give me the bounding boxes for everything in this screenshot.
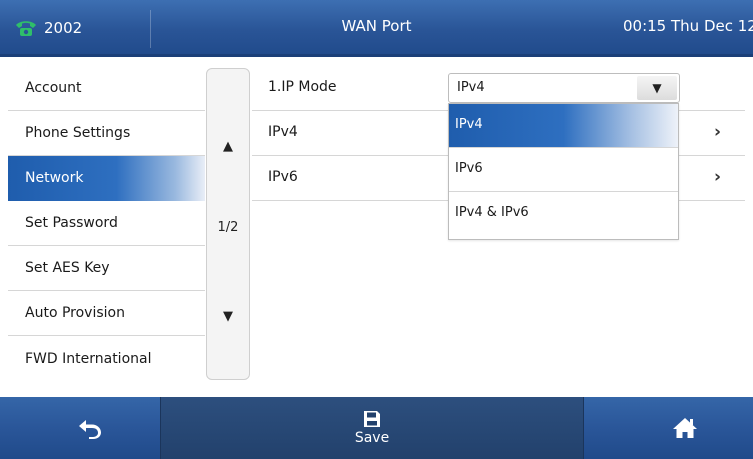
page-down-button[interactable]: ▼ [207, 309, 249, 324]
back-button[interactable] [60, 397, 120, 459]
save-label: Save [354, 430, 390, 446]
sidebar-item-set-aes-key[interactable]: Set AES Key [8, 246, 205, 291]
home-button[interactable] [655, 397, 715, 459]
sidebar-item-account[interactable]: Account [8, 66, 205, 111]
home-icon [673, 418, 697, 438]
save-button[interactable]: Save [160, 397, 584, 459]
sidebar-item-label: Network [25, 170, 84, 186]
softkey-bar: Save [0, 397, 753, 459]
page-indicator: 1/2 [217, 220, 239, 235]
chevron-down-icon[interactable]: ▼ [637, 76, 677, 100]
sidebar-item-label: Account [25, 80, 82, 96]
sidebar-item-label: Set AES Key [25, 260, 110, 276]
chevron-right-icon: › [713, 122, 721, 142]
sidebar-item-label: FWD International [25, 350, 152, 367]
clock-display: 00:15 Thu Dec 12 [623, 17, 753, 35]
settings-sidebar: Account Phone Settings Network Set Passw… [8, 66, 205, 382]
dropdown-option-ipv4[interactable]: IPv4 [449, 104, 678, 148]
sidebar-item-set-password[interactable]: Set Password [8, 201, 205, 246]
sidebar-item-network[interactable]: Network [8, 156, 205, 201]
ip-mode-label: 1.IP Mode [268, 79, 337, 95]
sidebar-item-fwd-international[interactable]: FWD International [8, 336, 205, 381]
ip-mode-value: IPv4 [457, 80, 485, 95]
dropdown-option-ipv4-ipv6[interactable]: IPv4 & IPv6 [449, 192, 678, 236]
ip-mode-dropdown: IPv4 IPv6 IPv4 & IPv6 [448, 103, 679, 240]
sidebar-item-label: Set Password [25, 215, 118, 231]
status-bar: 2002 WAN Port 00:15 Thu Dec 12 [0, 0, 753, 57]
ip-mode-select[interactable]: IPv4 ▼ [448, 73, 680, 103]
chevron-right-icon: › [713, 167, 721, 187]
ipv4-label: IPv4 [268, 124, 298, 140]
page-up-button[interactable]: ▲ [207, 139, 249, 154]
sidebar-item-auto-provision[interactable]: Auto Provision [8, 291, 205, 336]
sidebar-item-label: Auto Provision [25, 305, 125, 321]
sidebar-item-label: Phone Settings [25, 125, 131, 141]
sidebar-item-phone-settings[interactable]: Phone Settings [8, 111, 205, 156]
dropdown-option-ipv6[interactable]: IPv6 [449, 148, 678, 192]
floppy-disk-icon [364, 411, 380, 427]
sidebar-pager: ▲ 1/2 ▼ [206, 68, 250, 380]
ipv6-label: IPv6 [268, 169, 298, 185]
back-arrow-icon [79, 420, 101, 439]
